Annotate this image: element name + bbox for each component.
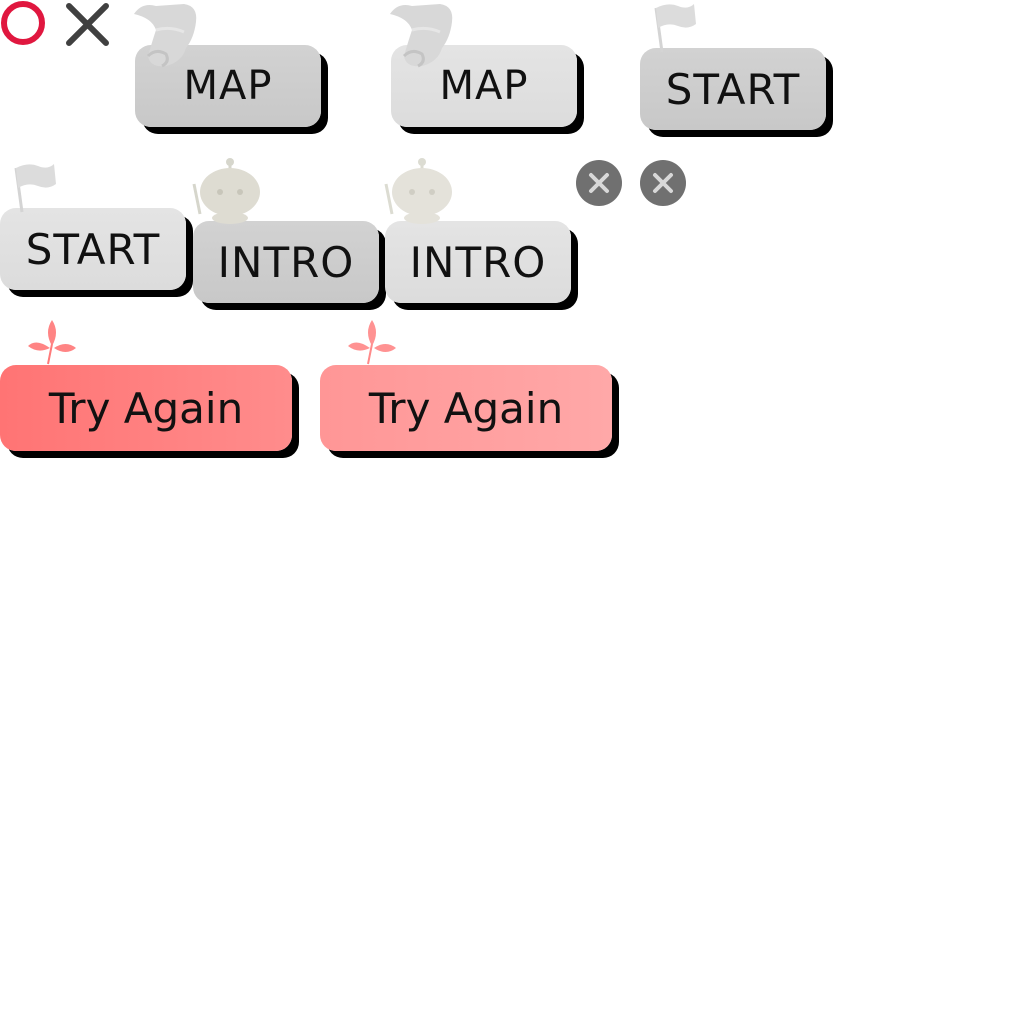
close-icon: [589, 173, 609, 193]
intro-button-label: INTRO: [217, 237, 355, 287]
sprout-icon: [26, 318, 78, 366]
start-button[interactable]: START: [640, 48, 826, 130]
try-again-button-hover-label: Try Again: [368, 383, 564, 433]
try-again-button-label: Try Again: [48, 383, 244, 433]
close-button-hover[interactable]: [640, 160, 686, 206]
intro-button-hover[interactable]: INTRO: [385, 221, 571, 303]
flag-icon: [648, 0, 700, 54]
start-button-hover-label: START: [25, 224, 161, 274]
robot-mascot-icon: [378, 158, 456, 224]
robot-mascot-icon: [186, 158, 264, 224]
intro-button[interactable]: INTRO: [193, 221, 379, 303]
scroll-icon: [126, 2, 200, 70]
start-button-hover[interactable]: START: [0, 208, 186, 290]
close-icon: [653, 173, 673, 193]
flag-icon: [8, 160, 60, 214]
try-again-button[interactable]: Try Again: [0, 365, 292, 451]
x-mark-icon: [64, 2, 112, 48]
scroll-icon: [382, 2, 456, 70]
close-button[interactable]: [576, 160, 622, 206]
intro-button-hover-label: INTRO: [409, 237, 547, 287]
try-again-button-hover[interactable]: Try Again: [320, 365, 612, 451]
start-button-label: START: [665, 64, 801, 114]
circle-o-icon: [0, 0, 48, 48]
sprout-icon: [346, 318, 398, 366]
